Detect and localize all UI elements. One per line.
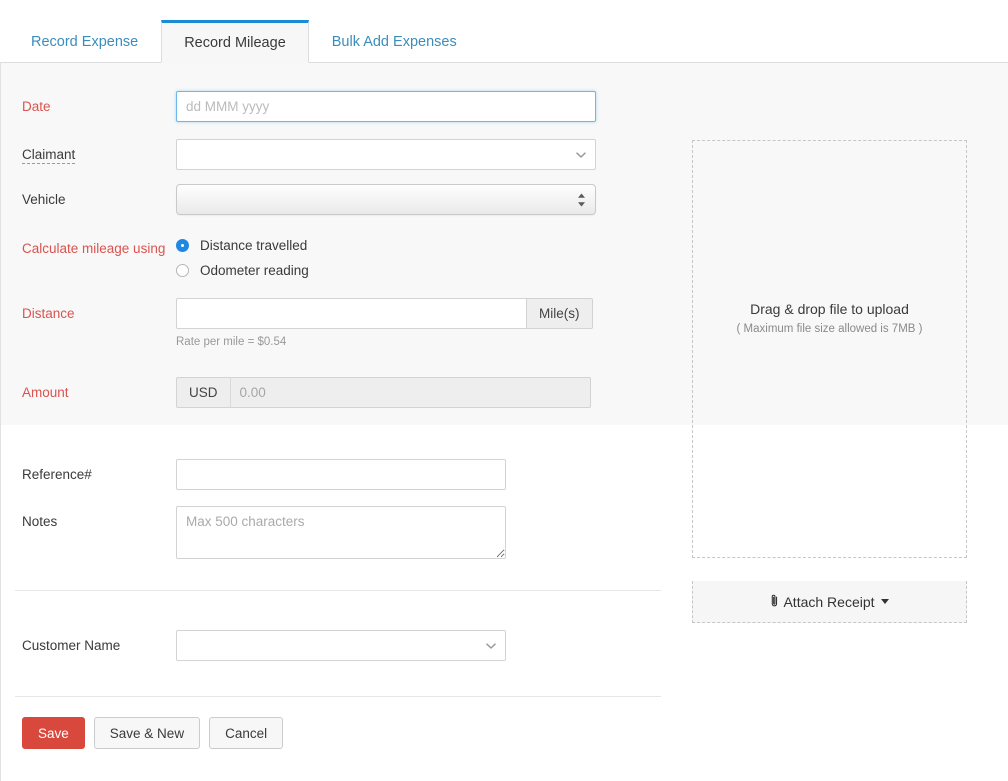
radio-selected-icon	[176, 239, 189, 252]
currency-addon: USD	[176, 377, 231, 408]
amount-input-group: USD 0.00	[176, 377, 591, 408]
field-row-claimant: Claimant	[1, 139, 596, 170]
amount-value: 0.00	[231, 377, 591, 408]
tab-bulk-add-expenses[interactable]: Bulk Add Expenses	[309, 20, 480, 63]
field-row-distance: Distance Mile(s) Rate per mile = $0.54	[1, 298, 593, 348]
rate-per-mile-hint: Rate per mile = $0.54	[176, 329, 593, 348]
radio-odometer-reading[interactable]: Odometer reading	[176, 258, 309, 283]
field-row-vehicle: Vehicle	[1, 184, 596, 215]
tab-bar: Record Expense Record Mileage Bulk Add E…	[0, 0, 1008, 63]
field-row-customer-name: Customer Name	[1, 630, 506, 661]
customer-name-select[interactable]	[176, 630, 506, 661]
form-actions: Save Save & New Cancel	[22, 717, 283, 749]
section-divider-top	[15, 590, 661, 591]
calculate-using-label: Calculate mileage using	[1, 233, 176, 257]
notes-label: Notes	[1, 506, 176, 530]
paperclip-icon	[770, 593, 779, 611]
tab-record-mileage[interactable]: Record Mileage	[161, 20, 309, 63]
calculate-using-radio-group: Distance travelled Odometer reading	[176, 233, 309, 283]
vehicle-label: Vehicle	[1, 184, 176, 208]
claimant-select-wrap	[176, 139, 596, 170]
radio-distance-travelled[interactable]: Distance travelled	[176, 233, 309, 258]
radio-distance-travelled-label: Distance travelled	[200, 238, 307, 253]
date-label: Date	[1, 91, 176, 115]
distance-unit-addon[interactable]: Mile(s)	[526, 298, 593, 329]
file-drop-text: Drag & drop file to upload ( Maximum fil…	[693, 301, 966, 335]
reference-label: Reference#	[1, 459, 176, 483]
field-row-amount: Amount USD 0.00	[1, 377, 591, 408]
file-drop-title: Drag & drop file to upload	[693, 301, 966, 317]
field-row-reference: Reference#	[1, 459, 506, 490]
customer-name-label: Customer Name	[1, 630, 176, 654]
radio-odometer-reading-label: Odometer reading	[200, 263, 309, 278]
vehicle-select[interactable]	[176, 184, 596, 215]
customer-name-select-wrap	[176, 630, 506, 661]
distance-input-group: Mile(s)	[176, 298, 593, 329]
file-drop-zone[interactable]: Drag & drop file to upload ( Maximum fil…	[692, 140, 967, 558]
date-input[interactable]	[176, 91, 596, 122]
amount-label: Amount	[1, 377, 176, 401]
cancel-button[interactable]: Cancel	[209, 717, 283, 749]
attach-receipt-button[interactable]: Attach Receipt	[692, 581, 967, 623]
reference-input[interactable]	[176, 459, 506, 490]
file-drop-subtitle: ( Maximum file size allowed is 7MB )	[693, 317, 966, 335]
field-row-calculate-using: Calculate mileage using Distance travell…	[1, 233, 309, 283]
save-and-new-button[interactable]: Save & New	[94, 717, 200, 749]
distance-field-block: Mile(s) Rate per mile = $0.54	[176, 298, 593, 348]
save-button[interactable]: Save	[22, 717, 85, 749]
claimant-select[interactable]	[176, 139, 596, 170]
notes-textarea[interactable]	[176, 506, 506, 559]
field-row-date: Date	[1, 91, 596, 122]
distance-input[interactable]	[176, 298, 526, 329]
mileage-form-page: Date Claimant Vehicle	[0, 63, 1008, 781]
tab-record-expense[interactable]: Record Expense	[8, 20, 161, 63]
distance-label: Distance	[1, 298, 176, 322]
section-divider-bottom	[15, 696, 661, 697]
spinner-arrows-icon	[577, 192, 586, 207]
tab-list: Record Expense Record Mileage Bulk Add E…	[8, 20, 480, 63]
caret-down-icon	[881, 599, 889, 604]
claimant-label: Claimant	[1, 139, 176, 163]
field-row-notes: Notes	[1, 506, 506, 559]
radio-unselected-icon	[176, 264, 189, 277]
attach-receipt-label: Attach Receipt	[783, 594, 874, 610]
